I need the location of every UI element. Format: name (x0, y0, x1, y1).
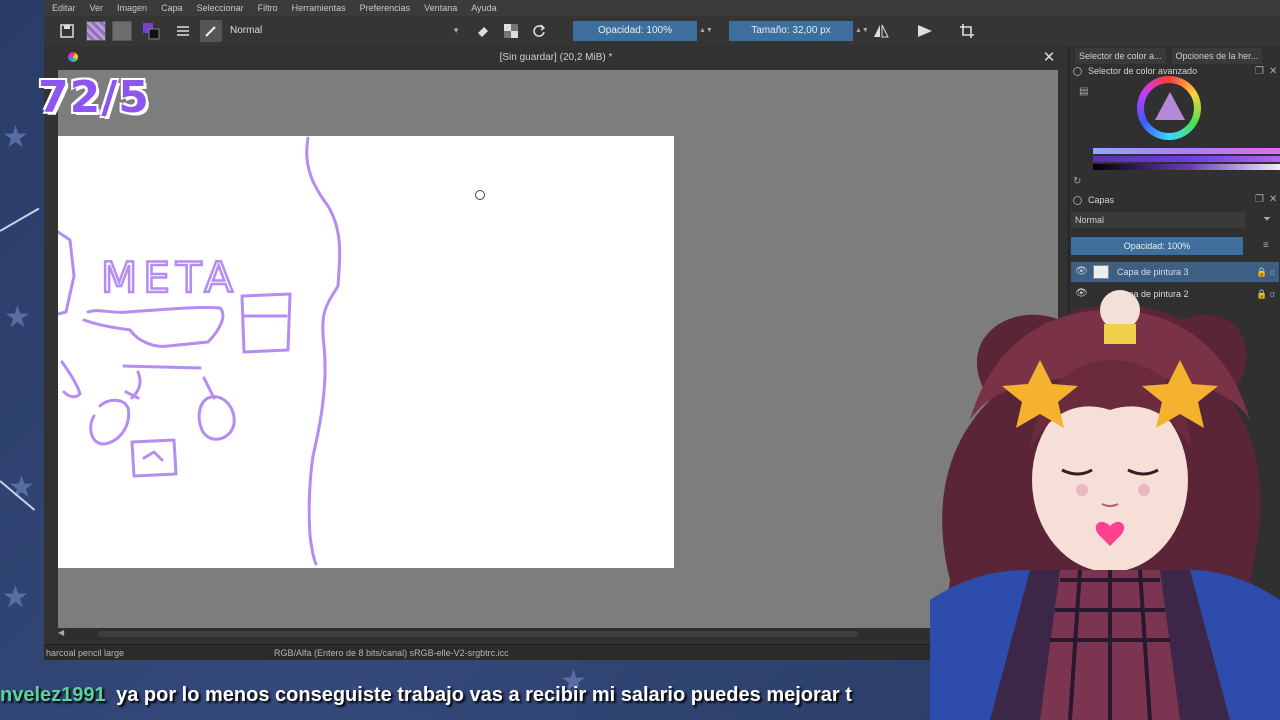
tool-options-bar: Normal ▼ Opacidad: 100% ▲▼ Tamaño: 32,00… (44, 16, 1280, 47)
layer-thumbnail (1093, 265, 1109, 279)
constellation-line (0, 207, 40, 232)
layer-opacity-slider[interactable]: Opacidad: 100% (1071, 237, 1243, 255)
scrollbar-thumb[interactable] (98, 631, 858, 637)
vtuber-avatar (930, 290, 1280, 720)
spin-arrows-icon[interactable]: ▲▼ (855, 21, 869, 41)
layer-flags-icon[interactable]: 🔒 α (1256, 262, 1275, 282)
opacity-label: Opacidad: 100% (598, 25, 672, 36)
hue-bar[interactable] (1093, 148, 1280, 154)
star-decoration: ★ (2, 121, 29, 154)
sketch-text: META (101, 253, 239, 302)
paper-canvas[interactable]: META (58, 136, 674, 568)
size-label: Tamaño: 32,00 px (751, 25, 831, 36)
star-decoration: ★ (2, 581, 29, 614)
size-slider[interactable]: Tamaño: 32,00 px ▲▼ (729, 21, 869, 41)
brush-name: harcoal pencil large (46, 648, 125, 658)
scroll-left-icon[interactable]: ◀ (58, 628, 64, 637)
menu-ayuda[interactable]: Ayuda (471, 0, 496, 16)
menu-bar: Editar Ver Imagen Capa Seleccionar Filtr… (44, 0, 1280, 16)
brush-preset-icon[interactable] (200, 20, 222, 42)
mirror-horizontal-icon[interactable] (870, 20, 892, 42)
reload-icon[interactable] (528, 20, 550, 42)
brush-cursor-icon (475, 190, 485, 200)
close-icon[interactable]: ✕ (1269, 66, 1277, 78)
menu-imagen[interactable]: Imagen (117, 0, 147, 16)
layer-name: Capa de pintura 3 (1117, 267, 1189, 277)
counter-overlay: 72/5 (38, 72, 150, 123)
brush-settings-icon[interactable] (172, 20, 194, 42)
alpha-lock-icon[interactable] (500, 20, 522, 42)
save-icon[interactable] (56, 20, 78, 42)
menu-filtro[interactable]: Filtro (258, 0, 278, 16)
menu-preferencias[interactable]: Preferencias (360, 0, 411, 16)
color-settings-icon[interactable]: ▤ (1079, 86, 1088, 98)
horizontal-scrollbar[interactable] (58, 628, 1058, 640)
menu-herramientas[interactable]: Herramientas (292, 0, 346, 16)
spin-arrows-icon[interactable]: ▲▼ (699, 21, 713, 41)
tab-color-selector[interactable]: Selector de color a... (1075, 48, 1166, 64)
color-triangle[interactable] (1155, 92, 1185, 120)
layer-row[interactable]: 👁 Capa de pintura 3 🔒 α (1071, 262, 1279, 282)
chat-username: nvelez1991 (0, 684, 106, 706)
chat-ticker: nvelez1991 ya por lo menos conseguiste t… (0, 680, 1280, 710)
menu-ver[interactable]: Ver (90, 0, 104, 16)
layer-blend-select[interactable]: Normal (1071, 212, 1245, 228)
document-tab-bar: [Sin guardar] (20,2 MiB) * ✕ (44, 46, 1068, 70)
chat-message: ya por lo menos conseguiste trabajo vas … (116, 684, 852, 706)
float-panel-icon[interactable]: ❐ (1255, 194, 1264, 206)
panel-lock-icon[interactable] (1073, 67, 1082, 77)
document-title: [Sin guardar] (20,2 MiB) * (499, 52, 613, 63)
chevron-down-icon: ▼ (452, 26, 460, 35)
menu-seleccionar[interactable]: Seleccionar (197, 0, 244, 16)
eye-icon[interactable]: 👁 (1075, 262, 1088, 282)
saturation-bar[interactable] (1093, 156, 1280, 162)
color-space-info: RGB/Alfa (Entero de 8 bits/canal) sRGB-e… (274, 648, 509, 658)
refresh-icon[interactable]: ↻ (1073, 176, 1081, 188)
opacity-slider[interactable]: Opacidad: 100% ▲▼ (573, 21, 713, 41)
panel-lock-icon[interactable] (1073, 196, 1082, 206)
gradient-swatch[interactable] (112, 21, 132, 41)
filter-icon[interactable]: ⏷ (1263, 214, 1271, 226)
layer-menu-icon[interactable]: ≡ (1263, 240, 1269, 252)
eraser-icon[interactable] (472, 20, 494, 42)
fg-bg-color-icon[interactable] (140, 20, 162, 42)
pattern-swatch[interactable] (86, 21, 106, 41)
wrap-around-icon[interactable] (956, 20, 978, 42)
docker-tabs: Selector de color a... Opciones de la he… (1075, 48, 1280, 64)
menu-capa[interactable]: Capa (161, 0, 183, 16)
canvas-area[interactable]: META (58, 70, 1058, 628)
sketch-drawing: META (58, 136, 485, 566)
tab-tool-options[interactable]: Opciones de la her... (1171, 48, 1263, 64)
menu-editar[interactable]: Editar (52, 0, 76, 16)
close-icon[interactable]: ✕ (1269, 194, 1277, 206)
float-panel-icon[interactable]: ❐ (1255, 66, 1264, 78)
close-icon[interactable]: ✕ (1039, 48, 1059, 68)
value-bar[interactable] (1093, 164, 1280, 170)
mirror-vertical-icon[interactable] (914, 20, 936, 42)
menu-ventana[interactable]: Ventana (424, 0, 457, 16)
blend-mode-value: Normal (230, 25, 263, 36)
color-panel-title: Selector de color avanzado (1073, 64, 1197, 78)
star-decoration: ★ (4, 301, 31, 334)
blend-mode-select[interactable]: Normal ▼ (226, 21, 464, 41)
layers-panel-title: Capas (1073, 193, 1114, 207)
